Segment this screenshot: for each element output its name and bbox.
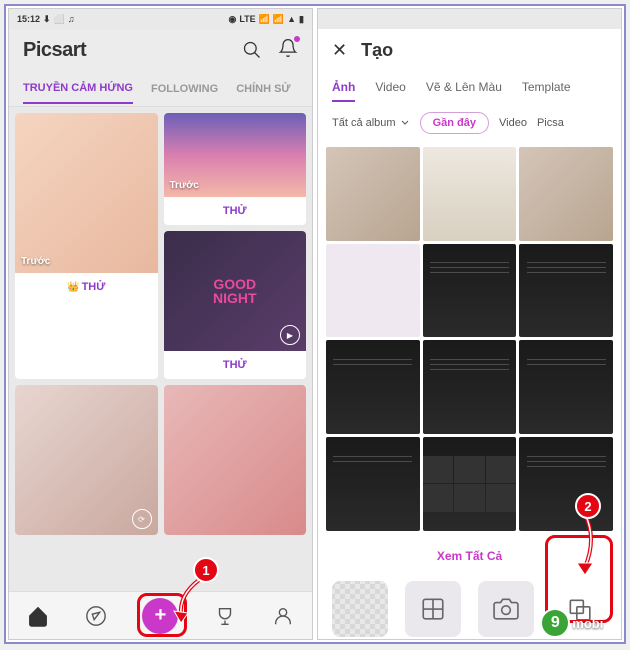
- arrow-2: [565, 509, 605, 579]
- watermark: 9 mobi .vn: [540, 608, 616, 638]
- collage-icon: [405, 581, 461, 637]
- explore-icon[interactable]: [85, 605, 107, 627]
- feed-card[interactable]: ⟳: [15, 385, 158, 535]
- close-icon[interactable]: ✕: [332, 40, 347, 61]
- gallery-thumb[interactable]: [326, 147, 420, 241]
- phone-left: 15:12⬇⬜♫ ◉LTE📶📶▲▮ Picsart TRUYỀN CẢM HỨN…: [8, 8, 313, 640]
- create-tabs: Ảnh Video Vẽ & Lên Màu Template: [318, 71, 621, 103]
- chevron-down-icon: [400, 118, 410, 128]
- tab-inspiration[interactable]: TRUYỀN CẢM HỨNG: [23, 82, 133, 104]
- play-icon: ▶: [280, 325, 300, 345]
- statusbar: [318, 9, 621, 29]
- tab-video[interactable]: Video: [375, 80, 405, 94]
- gallery-thumb[interactable]: [519, 340, 613, 434]
- feed[interactable]: Trước 👑THỬ Trước THỬ GOOD NIGHT ▶ THỬ: [9, 107, 312, 593]
- profile-icon[interactable]: [272, 605, 294, 627]
- filter-video[interactable]: Video: [499, 117, 527, 129]
- feed-card[interactable]: Trước 👑THỬ: [15, 113, 158, 379]
- tab-edit[interactable]: CHÍNH SỬ: [236, 83, 290, 95]
- gallery-thumb[interactable]: [423, 340, 517, 434]
- blank-icon: [332, 581, 388, 637]
- trophy-icon[interactable]: [214, 605, 236, 627]
- action-collage[interactable]: Ghép ảnh: [401, 581, 465, 640]
- gallery-thumb[interactable]: [423, 244, 517, 338]
- statusbar: 15:12⬇⬜♫ ◉LTE📶📶▲▮: [9, 9, 312, 29]
- feed-card[interactable]: Trước THỬ: [164, 113, 307, 225]
- gallery-thumb[interactable]: [423, 147, 517, 241]
- gallery-thumb[interactable]: [423, 437, 517, 531]
- callout-2: 2: [575, 493, 601, 519]
- tab-draw[interactable]: Vẽ & Lên Màu: [426, 80, 502, 94]
- home-icon[interactable]: [27, 605, 49, 627]
- feed-tabs: TRUYỀN CẢM HỨNG FOLLOWING CHÍNH SỬ: [9, 71, 312, 107]
- feed-card[interactable]: GOOD NIGHT ▶ THỬ: [164, 231, 307, 379]
- tab-photo[interactable]: Ảnh: [332, 80, 355, 102]
- logo: Picsart: [23, 39, 86, 62]
- tab-following[interactable]: FOLLOWING: [151, 83, 218, 95]
- refresh-icon: ⟳: [132, 509, 152, 529]
- filter-picsart[interactable]: Picsa: [537, 117, 564, 129]
- filter-row: Tất cả album Gần đây Video Picsa: [318, 103, 621, 143]
- action-camera[interactable]: Máy ảnh: [474, 581, 538, 640]
- filter-recent[interactable]: Gần đây: [420, 112, 489, 134]
- gallery-thumb[interactable]: [519, 147, 613, 241]
- callout-1: 1: [193, 557, 219, 583]
- create-header: ✕ Tạo: [318, 29, 621, 71]
- notifications-icon[interactable]: [278, 38, 298, 63]
- camera-icon: [478, 581, 534, 637]
- phone-right: ✕ Tạo Ảnh Video Vẽ & Lên Màu Template Tấ…: [317, 8, 622, 640]
- gallery-thumb[interactable]: [326, 437, 420, 531]
- app-header: Picsart: [9, 29, 312, 71]
- photo-gallery[interactable]: [318, 143, 621, 535]
- status-time: 15:12: [17, 14, 40, 24]
- feed-card[interactable]: [164, 385, 307, 535]
- gallery-thumb[interactable]: [519, 244, 613, 338]
- gallery-thumb[interactable]: [326, 340, 420, 434]
- gallery-thumb[interactable]: [326, 244, 420, 338]
- tab-template[interactable]: Template: [522, 80, 571, 94]
- search-icon[interactable]: [242, 40, 262, 60]
- action-blank[interactable]: Trống: [328, 581, 392, 640]
- create-title: Tạo: [361, 40, 393, 61]
- album-dropdown[interactable]: Tất cả album: [332, 117, 410, 129]
